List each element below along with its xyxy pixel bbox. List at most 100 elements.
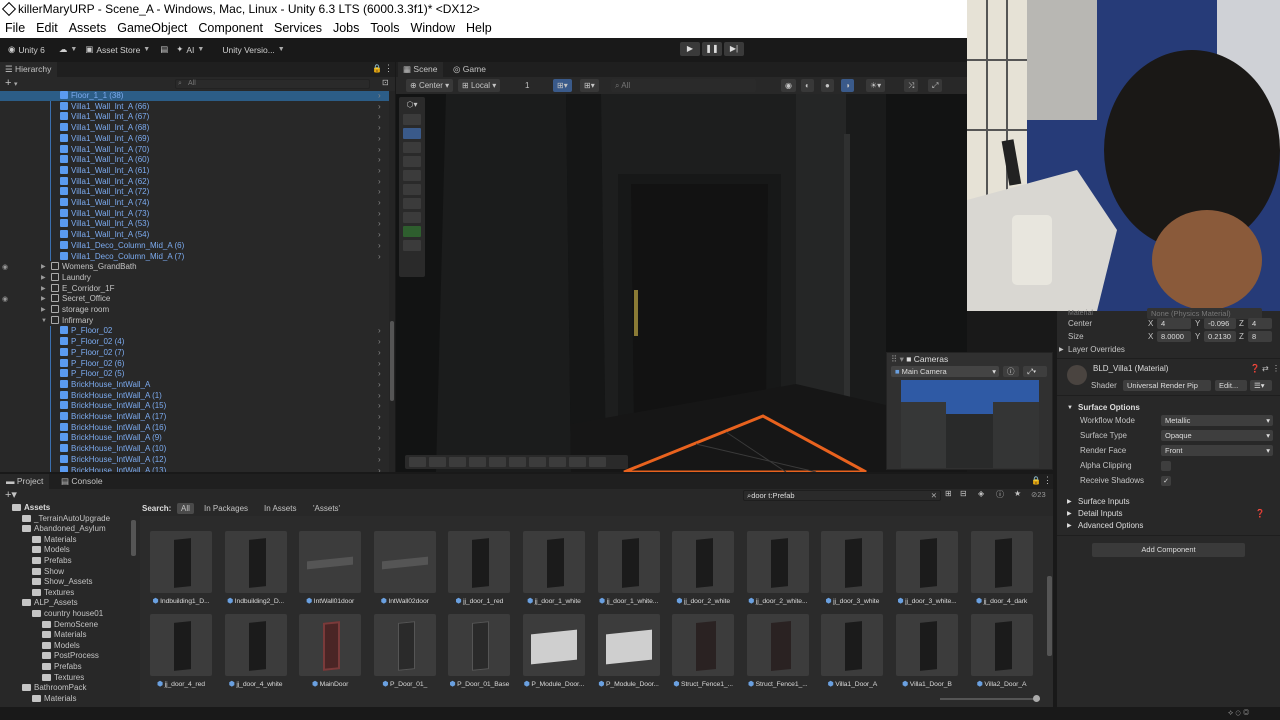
asset-tile[interactable]: ⬢ jj_door_4_white: [224, 614, 287, 688]
menu-help[interactable]: Help: [466, 19, 492, 38]
folder-tree-item[interactable]: Show: [32, 567, 64, 578]
render-face-dropdown[interactable]: Front ▾: [1161, 445, 1273, 456]
folder-tree-item[interactable]: Materials: [32, 694, 76, 705]
hierarchy-row[interactable]: P_Floor_02 (5): [60, 369, 124, 380]
asset-tile[interactable]: ⬢ Villa2_Door_A: [970, 614, 1033, 688]
hierarchy-row[interactable]: Villa1_Wall_Int_A (68): [60, 123, 149, 134]
more-options-icon[interactable]: ⋮: [1043, 475, 1052, 486]
asset-tile[interactable]: ⬢ jj_door_2_white: [672, 531, 735, 605]
ai-button[interactable]: ✦ AI ▼: [176, 44, 204, 55]
hierarchy-row[interactable]: BrickHouse_IntWall_A: [60, 379, 150, 391]
hierarchy-scrollbar[interactable]: [389, 91, 395, 472]
folder-tree-item[interactable]: Abandoned_Asylum: [22, 524, 106, 535]
clear-icon[interactable]: ✕: [931, 491, 937, 501]
folder-tree-item[interactable]: Show_Assets: [32, 577, 92, 588]
hierarchy-row[interactable]: BrickHouse_IntWall_A (12): [60, 454, 166, 466]
open-prefab-chevron-icon[interactable]: ›: [378, 155, 383, 164]
asset-tile[interactable]: ⬢ Indbuilding1_D...: [150, 531, 212, 605]
more-options-icon[interactable]: ⋮: [1272, 363, 1280, 375]
scale-tool-button[interactable]: [403, 156, 421, 167]
scope-packages-button[interactable]: In Packages: [204, 502, 248, 516]
folder-tree-item[interactable]: ALP_Assets: [22, 598, 78, 609]
open-prefab-chevron-icon[interactable]: ›: [378, 348, 383, 357]
asset-tile[interactable]: ⬢ IntWall02door: [373, 531, 436, 605]
status-icons[interactable]: ⟡ ⊙ ◎: [1228, 708, 1249, 718]
hierarchy-row[interactable]: BrickHouse_IntWall_A (16): [60, 422, 166, 434]
asset-tile[interactable]: ⬢ Struct_Fence1_...: [672, 614, 735, 688]
search-by-label-icon[interactable]: ⊟: [960, 489, 967, 498]
2d-toggle-button[interactable]: ◑: [841, 79, 854, 92]
center-y-field[interactable]: -0.096: [1204, 318, 1236, 329]
folder-tree-item[interactable]: BathroomPack: [22, 683, 86, 694]
hierarchy-row[interactable]: P_Floor_02 (4): [60, 337, 124, 348]
expand-arrow-icon[interactable]: ▶: [41, 294, 46, 305]
folder-tree-scrollbar[interactable]: [131, 520, 136, 556]
snap-increment[interactable]: 1: [521, 79, 533, 92]
move-tool-button[interactable]: [403, 128, 421, 139]
shading-wireframe-button[interactable]: ◐: [801, 79, 814, 92]
folder-tree-item[interactable]: Materials: [42, 630, 86, 641]
hierarchy-row[interactable]: BrickHouse_IntWall_A (1): [60, 390, 162, 402]
folder-tree-item[interactable]: Models: [32, 545, 70, 556]
shading-shaded-button[interactable]: ●: [821, 79, 834, 92]
hierarchy-row[interactable]: P_Floor_02 (7): [60, 347, 124, 359]
hierarchy-row[interactable]: Villa1_Wall_Int_A (69): [60, 133, 149, 145]
tab-scene[interactable]: ▦ Scene: [398, 62, 443, 77]
grid-snap-button[interactable]: ⊞▾: [553, 79, 572, 92]
hierarchy-row[interactable]: Floor_1_1 (38): [60, 91, 123, 102]
view-cube-button[interactable]: ⬡▾: [403, 100, 421, 111]
workflow-mode-dropdown[interactable]: Metallic ▾: [1161, 415, 1273, 426]
open-prefab-chevron-icon[interactable]: ›: [378, 369, 383, 378]
open-prefab-chevron-icon[interactable]: ›: [378, 337, 383, 346]
open-prefab-chevron-icon[interactable]: ›: [378, 198, 383, 207]
transform-tool-button[interactable]: [403, 184, 421, 195]
pivot-dropdown[interactable]: ⊕ Center ▾: [406, 79, 454, 92]
open-prefab-chevron-icon[interactable]: ›: [378, 380, 383, 389]
shader-edit-button[interactable]: Edit...: [1215, 380, 1247, 391]
surface-inputs-foldout[interactable]: ▶ Surface Inputs: [1057, 496, 1280, 508]
folder-tree-item[interactable]: country house01: [32, 609, 103, 620]
folder-tree-item[interactable]: Textures: [42, 673, 84, 684]
size-y-field[interactable]: 0.2130: [1204, 331, 1236, 342]
project-search-input[interactable]: ⌕door t:Prefab ✕: [743, 490, 941, 501]
asset-tile[interactable]: ⬢ jj_door_4_dark: [970, 531, 1033, 605]
polybrush-tool-button[interactable]: [403, 226, 421, 237]
open-prefab-chevron-icon[interactable]: ›: [378, 209, 383, 218]
hierarchy-row[interactable]: Villa1_Wall_Int_A (67): [60, 112, 149, 123]
tab-console[interactable]: ▤ Console: [55, 474, 109, 489]
hierarchy-row[interactable]: Villa1_Wall_Int_A (61): [60, 165, 149, 177]
cloud-button[interactable]: ☁ ▼: [59, 44, 77, 55]
asset-tile[interactable]: ⬢ Villa1_Door_A: [821, 614, 884, 688]
asset-tile[interactable]: ⬢ jj_door_4_red: [150, 614, 212, 688]
hierarchy-row[interactable]: Villa1_Wall_Int_A (72): [60, 187, 149, 198]
scope-all-button[interactable]: All: [177, 503, 194, 514]
hierarchy-row[interactable]: ▶ Womens_GrandBath: [41, 262, 137, 273]
expand-arrow-icon[interactable]: ▼: [41, 316, 47, 327]
open-prefab-chevron-icon[interactable]: ›: [378, 444, 383, 453]
hierarchy-row[interactable]: BrickHouse_IntWall_A (15): [60, 401, 166, 412]
expand-arrow-icon[interactable]: ▶: [41, 305, 46, 316]
account-button[interactable]: ◉ Unity 6: [8, 44, 45, 55]
center-z-field[interactable]: 4: [1248, 318, 1272, 329]
scene-visibility-icon[interactable]: ⊡: [382, 78, 389, 87]
pb-vertex-button[interactable]: [429, 457, 446, 467]
lock-icon[interactable]: 🔒: [372, 64, 382, 73]
visibility-eye-icon[interactable]: ◉: [2, 295, 8, 303]
pb-object-button[interactable]: [489, 457, 506, 467]
menu-file[interactable]: File: [5, 19, 25, 38]
probuilder-tool-button[interactable]: [403, 212, 421, 223]
alpha-clipping-checkbox[interactable]: [1161, 461, 1171, 471]
pause-button[interactable]: ❚❚: [702, 42, 722, 56]
space-dropdown[interactable]: ⊞ Local ▾: [458, 79, 501, 92]
menu-services[interactable]: Services: [274, 19, 322, 38]
scene-search-input[interactable]: ⌕ All: [611, 79, 756, 92]
asset-tile[interactable]: ⬢ jj_door_1_white: [523, 531, 585, 605]
hierarchy-row[interactable]: BrickHouse_IntWall_A (9): [60, 433, 162, 444]
asset-tile[interactable]: ⬢ jj_door_3_white...: [896, 531, 958, 605]
asset-tile[interactable]: ⬢ P_Door_01_: [373, 614, 436, 688]
surface-type-dropdown[interactable]: Opaque ▾: [1161, 430, 1273, 441]
open-prefab-chevron-icon[interactable]: ›: [378, 91, 383, 100]
receive-shadows-checkbox[interactable]: ✓: [1161, 476, 1171, 486]
lock-icon[interactable]: 🔒: [1031, 476, 1041, 485]
folder-tree-item[interactable]: PostProcess: [42, 651, 99, 662]
